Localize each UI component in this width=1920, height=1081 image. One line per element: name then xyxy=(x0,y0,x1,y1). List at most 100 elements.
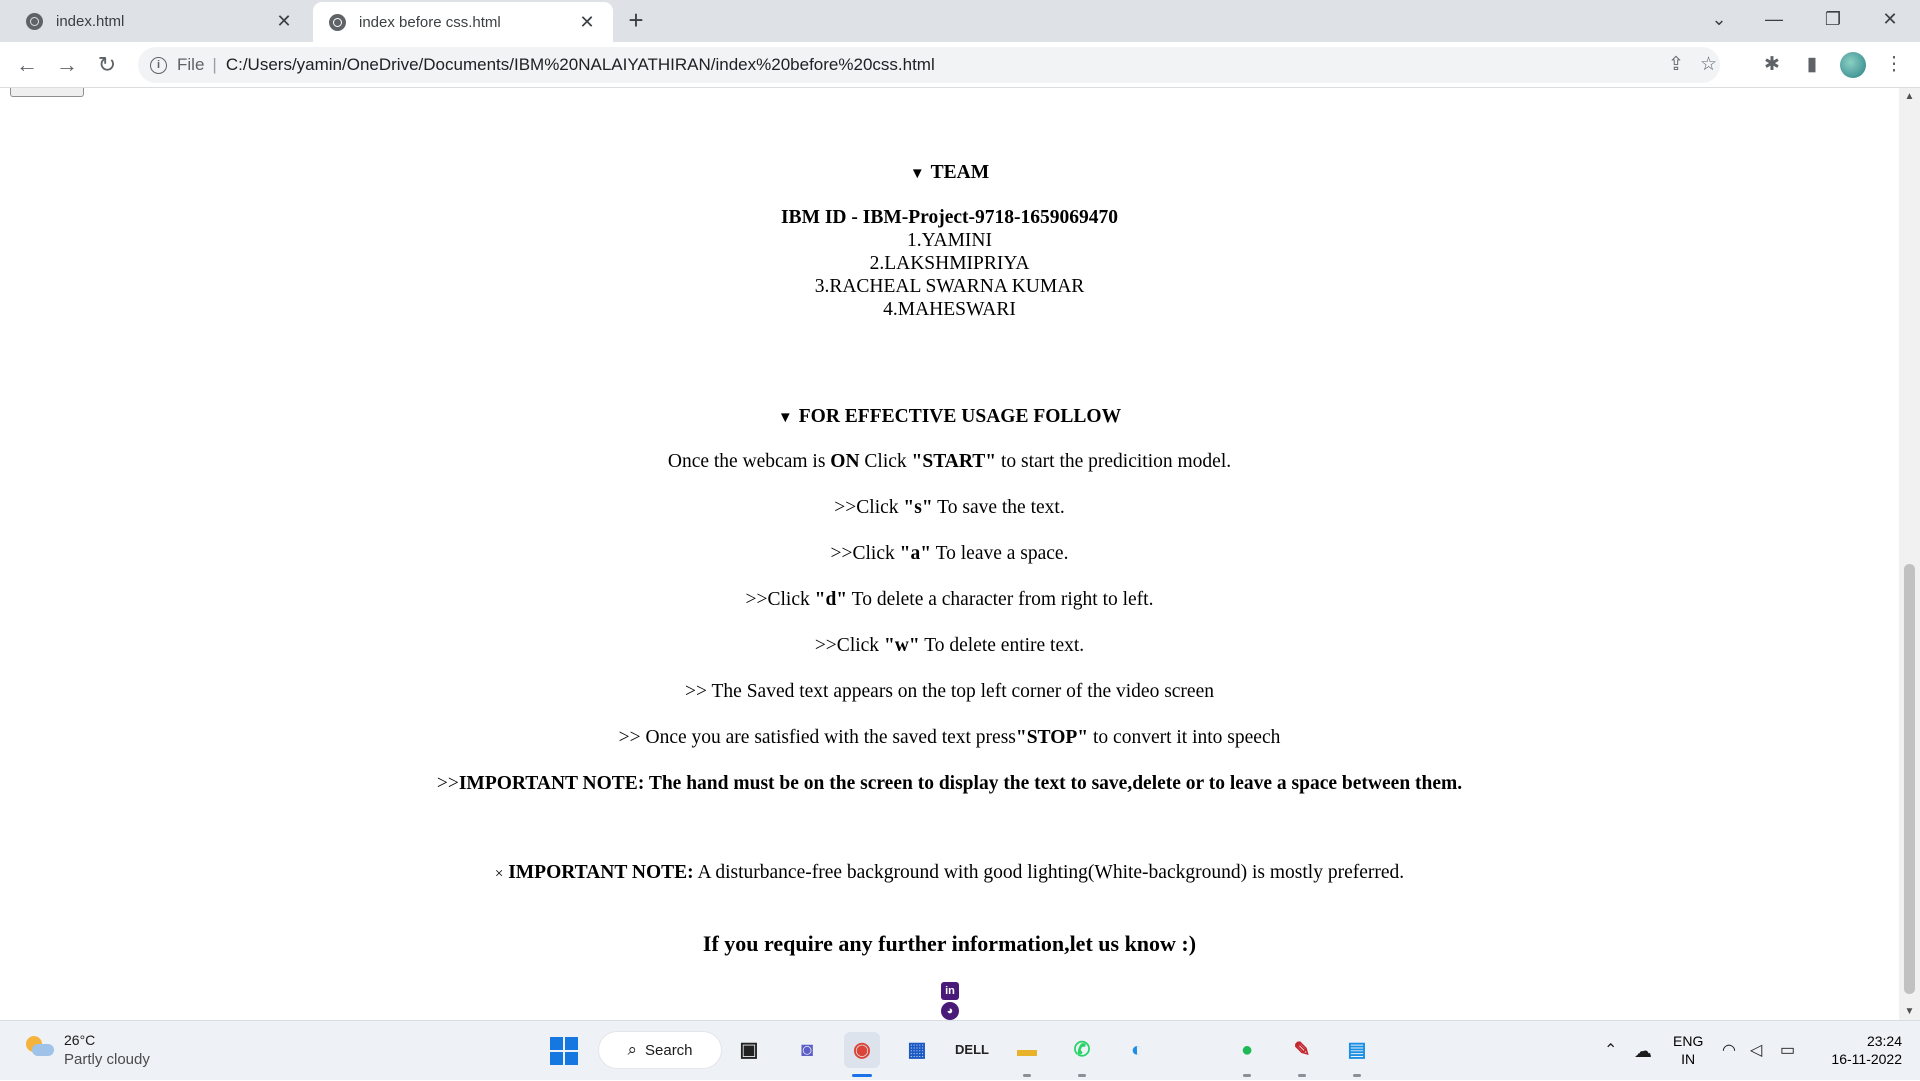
instruction-text: >>Click xyxy=(814,635,884,656)
tab-search-chevron-icon[interactable]: ⌄ xyxy=(1696,0,1742,40)
address-scheme: File xyxy=(177,55,205,74)
weather-temp[interactable]: 26°C xyxy=(64,1032,95,1048)
reload-icon[interactable]: ↻ xyxy=(92,50,122,80)
dell-icon[interactable]: DELL xyxy=(954,1032,990,1068)
usage-intro: Once the webcam is ON Click "START" to s… xyxy=(0,451,1899,473)
restore-button[interactable]: ❐ xyxy=(1810,0,1856,40)
stop-text: to convert it into speech xyxy=(1088,727,1281,748)
system-clock[interactable]: 23:24 16-11-2022 xyxy=(1822,1032,1902,1068)
team-summary-label: TEAM xyxy=(930,162,990,183)
microsoft-store-icon[interactable]: ▦ xyxy=(899,1032,935,1068)
instruction-key: "s" xyxy=(903,497,933,518)
address-url[interactable]: C:/Users/yamin/OneDrive/Documents/IBM%20… xyxy=(226,55,935,75)
note-text: IMPORTANT NOTE: The hand must be on the … xyxy=(458,773,1463,794)
stop-key: "STOP" xyxy=(1015,727,1089,748)
scrollbar-thumb[interactable] xyxy=(1904,564,1915,994)
wifi-icon[interactable]: ◠ xyxy=(1722,1021,1736,1081)
usage-intro-text: Click xyxy=(859,451,912,472)
share-icon[interactable]: ⇪ xyxy=(1668,47,1684,83)
note-label: IMPORTANT NOTE: xyxy=(508,862,694,883)
edge-icon[interactable]: ◐ xyxy=(1119,1032,1155,1068)
tab-strip: index.html ✕ index before css.html ✕ + ⌄… xyxy=(0,0,1920,42)
tab-index-before-css[interactable]: index before css.html ✕ xyxy=(313,2,613,42)
usage-intro-text: to start the predicition model. xyxy=(996,451,1232,472)
usage-summary-label: FOR EFFECTIVE USAGE FOLLOW xyxy=(798,406,1122,427)
close-window-button[interactable]: ✕ xyxy=(1867,0,1913,40)
instruction-delete-char: >>Click "d" To delete a character from r… xyxy=(0,589,1899,611)
github-icon[interactable]: ◕ xyxy=(941,1002,959,1020)
instruction-save: >>Click "s" To save the text. xyxy=(0,497,1899,519)
back-arrow-icon[interactable]: ← xyxy=(12,50,42,80)
new-tab-button[interactable]: + xyxy=(622,6,650,34)
saved-text-note: >> The Saved text appears on the top lef… xyxy=(685,681,1214,702)
windows-start-icon[interactable] xyxy=(550,1037,578,1065)
tab-title: index.html xyxy=(56,12,125,30)
disclosure-triangle-icon: ▼ xyxy=(777,410,793,426)
running-app-indicator xyxy=(1023,1074,1031,1077)
profile-avatar[interactable] xyxy=(1840,52,1866,78)
close-icon[interactable]: × xyxy=(495,866,503,882)
important-note-background: × IMPORTANT NOTE: A disturbance-free bac… xyxy=(0,862,1899,884)
page-viewport: ▼ TEAM IBM ID - IBM-Project-9718-16590694… xyxy=(0,88,1899,1020)
instruction-delete-all: >>Click "w" To delete entire text. xyxy=(0,635,1899,657)
tab-title: index before css.html xyxy=(359,13,501,31)
usage-intro-on: ON xyxy=(830,451,860,472)
taskbar-search[interactable]: ⌕ Search xyxy=(598,1031,722,1069)
teams-chat-icon[interactable]: ◙ xyxy=(789,1032,825,1068)
taskbar-search-label: Search xyxy=(645,1041,693,1059)
side-panel-icon[interactable]: ▮ xyxy=(1797,50,1827,80)
volume-icon[interactable]: ◁ xyxy=(1750,1021,1762,1081)
linkedin-icon[interactable]: in xyxy=(941,982,959,1000)
close-icon[interactable]: ✕ xyxy=(274,11,294,32)
tab-index-html[interactable]: index.html ✕ xyxy=(10,0,310,42)
bookmark-star-icon[interactable]: ☆ xyxy=(1700,47,1717,83)
stop-text: >> Once you are satisfied with the saved… xyxy=(618,727,1016,748)
minimize-button[interactable]: — xyxy=(1751,0,1797,40)
team-member: 1.YAMINI xyxy=(906,230,993,251)
app-red-icon[interactable]: ✎ xyxy=(1284,1032,1320,1068)
whatsapp-icon[interactable]: ✆ xyxy=(1064,1032,1100,1068)
browser-toolbar: ← → ↻ i File | C:/Users/yamin/OneDrive/D… xyxy=(0,42,1920,88)
notepad-icon[interactable]: ▤ xyxy=(1339,1032,1375,1068)
instruction-text: To delete entire text. xyxy=(919,635,1085,656)
vertical-scrollbar[interactable]: ▲ ▼ xyxy=(1899,88,1920,1020)
scroll-up-arrow-icon[interactable]: ▲ xyxy=(1899,88,1920,105)
instruction-key: "w" xyxy=(883,635,920,656)
task-view-icon[interactable]: ▣ xyxy=(731,1032,767,1068)
address-bar[interactable]: i File | C:/Users/yamin/OneDrive/Documen… xyxy=(138,47,1720,83)
spotify-icon[interactable]: ● xyxy=(1229,1032,1265,1068)
address-separator: | xyxy=(212,55,217,74)
scroll-down-arrow-icon[interactable]: ▼ xyxy=(1899,1003,1920,1020)
language-indicator[interactable]: ENG IN xyxy=(1673,1032,1703,1068)
stop-instruction: >> Once you are satisfied with the saved… xyxy=(0,727,1899,749)
instruction-text: >>Click xyxy=(830,543,900,564)
clock-date: 16-11-2022 xyxy=(1831,1051,1902,1067)
extensions-puzzle-icon[interactable]: ✱ xyxy=(1757,50,1787,80)
contact-heading: If you require any further information,l… xyxy=(702,931,1197,956)
search-icon: ⌕ xyxy=(627,1040,637,1059)
disclosure-triangle-icon: ▼ xyxy=(909,166,925,182)
weather-partly-cloudy-icon[interactable] xyxy=(24,1034,54,1060)
battery-icon[interactable]: ▭ xyxy=(1780,1021,1795,1081)
instruction-key: "a" xyxy=(899,543,932,564)
important-note-hand: >>IMPORTANT NOTE: The hand must be on th… xyxy=(0,773,1899,795)
tray-chevron-up-icon[interactable]: ⌃ xyxy=(1604,1021,1617,1081)
team-member: 3.RACHEAL SWARNA KUMAR xyxy=(814,276,1085,297)
instruction-text: To save the text. xyxy=(932,497,1065,518)
usage-summary[interactable]: ▼ FOR EFFECTIVE USAGE FOLLOW xyxy=(0,406,1899,428)
menu-kebab-icon[interactable]: ⋮ xyxy=(1879,50,1909,80)
partially-visible-button[interactable] xyxy=(10,88,84,97)
team-summary[interactable]: ▼ TEAM xyxy=(0,162,1899,184)
instruction-space: >>Click "a" To leave a space. xyxy=(0,543,1899,565)
forward-arrow-icon[interactable]: → xyxy=(52,50,82,80)
file-explorer-icon[interactable]: ▬ xyxy=(1009,1032,1045,1068)
onedrive-cloud-icon[interactable]: ☁ xyxy=(1634,1021,1652,1081)
instruction-text: To leave a space. xyxy=(931,543,1069,564)
info-icon[interactable]: i xyxy=(150,56,167,74)
windows-taskbar: 26°C Partly cloudy ⌕ Search ▣ ◙ ◉ ▦ DELL… xyxy=(0,1020,1920,1080)
chrome-icon[interactable]: ◉ xyxy=(844,1032,880,1068)
usage-intro-text: Once the webcam is xyxy=(667,451,831,472)
weather-desc[interactable]: Partly cloudy xyxy=(64,1051,150,1068)
close-icon[interactable]: ✕ xyxy=(577,12,597,33)
running-app-indicator xyxy=(1078,1074,1086,1077)
